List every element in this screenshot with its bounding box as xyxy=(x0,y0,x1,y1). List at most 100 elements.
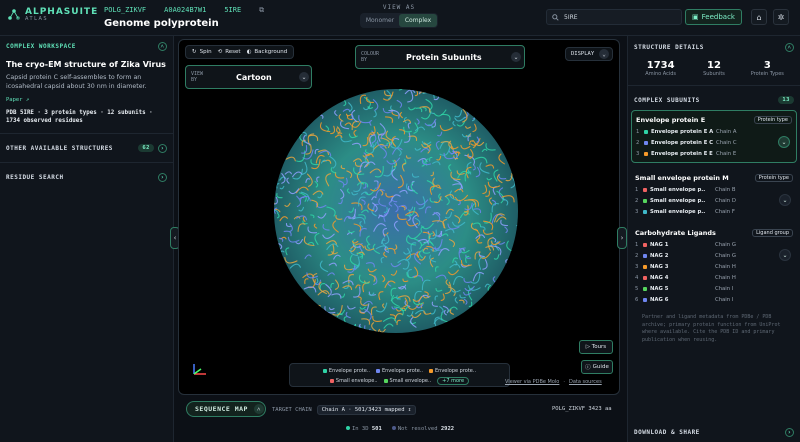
right-panel-toggle[interactable]: › xyxy=(617,227,627,249)
legend-item[interactable]: Envelope prote.. xyxy=(322,368,370,374)
tours-button[interactable]: ▷ Tours xyxy=(579,340,613,354)
molstar-link[interactable]: Viewer via PDBe Molo xyxy=(505,379,559,385)
colour-by-select[interactable]: COLOUR BY Protein Subunits ⌄ xyxy=(355,45,525,69)
right-panel: STRUCTURE DETAILS ˄ 1734 Amino Acids 12 Su… xyxy=(627,36,800,442)
subunit-group-envelope[interactable]: Envelope protein E Protein type 1 Envelope… xyxy=(631,110,797,163)
home-icon[interactable]: ⌂ xyxy=(751,9,767,25)
chevron-down-icon[interactable]: ⌄ xyxy=(779,249,791,261)
subunit-row[interactable]: 2 NAG 2 Chain G xyxy=(635,250,793,261)
spin-button[interactable]: ↻ Spin xyxy=(192,49,212,55)
left-panel: COMPLEX WORKSPACE ˄ The cryo-EM structur… xyxy=(0,36,174,442)
expand-icon[interactable]: › xyxy=(158,172,167,182)
subunit-row[interactable]: 1 Small envelope p.. Chain B xyxy=(635,184,793,195)
download-heading: DOWNLOAD & SHARE xyxy=(634,428,700,436)
legend-swatch xyxy=(322,369,327,373)
legend-item[interactable]: Envelope prote.. xyxy=(375,368,423,374)
subunit-swatch xyxy=(643,253,647,258)
collapse-icon[interactable]: ˄ xyxy=(158,41,167,51)
subunit-row[interactable]: 2 Small envelope p.. Chain D xyxy=(635,195,793,206)
subunit-swatch xyxy=(643,297,647,302)
subunit-label: Small envelope p.. xyxy=(650,208,706,215)
details-heading: STRUCTURE DETAILS xyxy=(634,43,704,51)
viewer-links: Viewer via PDBe Molo · Data sources xyxy=(505,379,602,385)
sequence-map-button[interactable]: SEQUENCE MAP ˄ xyxy=(186,401,266,417)
details-header[interactable]: STRUCTURE DETAILS ˄ xyxy=(628,36,800,56)
crumb-pdb[interactable]: 5IRE xyxy=(224,6,241,15)
subunit-name: NAG 2 xyxy=(643,253,715,259)
legend-row: Envelope prote.. Envelope prote.. Envelo… xyxy=(294,366,505,376)
legend-item[interactable]: Small envelope.. xyxy=(383,378,431,384)
subunit-name: Small envelope p.. xyxy=(643,209,715,215)
crumb-gene[interactable]: POLG_ZIKVF xyxy=(104,6,146,15)
collapse-icon[interactable]: ˄ xyxy=(785,42,794,52)
workspace-header[interactable]: COMPLEX WORKSPACE ˄ xyxy=(0,36,173,56)
subunit-chain: Chain H xyxy=(715,274,736,281)
logo-subtitle: ATLAS xyxy=(25,16,49,22)
target-chain-select[interactable]: Chain A · 501/3423 mapped ⇕ xyxy=(316,405,417,415)
workspace-heading: COMPLEX WORKSPACE xyxy=(6,42,76,50)
paper-link[interactable]: Paper ↗ xyxy=(0,95,173,105)
subunits-header[interactable]: COMPLEX SUBUNITS 13 xyxy=(628,90,800,110)
legend-item[interactable]: Envelope prote.. xyxy=(429,368,476,374)
residue-search-heading: RESIDUE SEARCH xyxy=(6,173,64,181)
subunit-row[interactable]: 3 Small envelope p.. Chain F xyxy=(635,206,793,217)
subunit-row[interactable]: 3 NAG 3 Chain H xyxy=(635,261,793,272)
residue-search-header[interactable]: RESIDUE SEARCH › xyxy=(0,167,173,187)
sequence-stats: In 3D 501 Not resolved 2922 xyxy=(346,426,454,432)
legend-item[interactable]: Small envelope.. xyxy=(329,378,378,384)
legend-more-button[interactable]: +7 more xyxy=(437,377,470,385)
subunit-index: 3 xyxy=(635,208,639,215)
subunit-row[interactable]: 1 NAG 1 Chain G xyxy=(635,239,793,250)
subunit-name: NAG 4 xyxy=(643,275,715,281)
download-header[interactable]: DOWNLOAD & SHARE › xyxy=(628,422,800,442)
colour-by-label: COLOUR BY xyxy=(361,51,380,63)
subunit-group-small-envelope[interactable]: Small envelope protein M Protein type 1 Sm… xyxy=(631,169,797,220)
reset-button[interactable]: ⟲ Reset xyxy=(218,49,241,55)
subunit-index: 2 xyxy=(635,197,639,204)
subunit-swatch xyxy=(643,286,647,291)
background-label: Background xyxy=(254,49,288,55)
search-input[interactable]: 5IRE xyxy=(546,9,682,25)
subunit-row[interactable]: 1 Envelope protein E A Chain A xyxy=(636,126,792,137)
legend-swatch xyxy=(329,379,334,383)
sequence-bar: SEQUENCE MAP ˄ TARGET CHAIN Chain A · 50… xyxy=(178,398,620,442)
expand-icon[interactable]: › xyxy=(158,143,167,153)
molecule-viewer[interactable]: ↻ Spin ⟲ Reset ◐ Background VIEW BY Cartoon… xyxy=(178,39,620,395)
subunit-row[interactable]: 5 NAG 5 Chain I xyxy=(635,283,793,294)
copy-icon[interactable]: ⧉ xyxy=(259,6,264,15)
view-by-select[interactable]: VIEW BY Cartoon ⌄ xyxy=(185,65,312,89)
settings-icon[interactable]: ✲ xyxy=(773,9,789,25)
stat-label: Protein Types xyxy=(750,71,784,77)
group-title: Small envelope protein M xyxy=(635,174,729,182)
chevron-down-icon: ⌄ xyxy=(511,52,521,62)
subunit-row[interactable]: 3 Envelope protein E E Chain E xyxy=(636,148,792,159)
subunit-name: NAG 5 xyxy=(643,286,715,292)
feedback-button[interactable]: ▣ Feedback xyxy=(685,9,742,25)
divider xyxy=(0,162,173,163)
background-button[interactable]: ◐ Background xyxy=(247,49,288,55)
capsid-structure-render[interactable] xyxy=(271,86,521,336)
display-menu[interactable]: DISPLAY ⌄ xyxy=(565,47,613,61)
subunit-group-ligands[interactable]: Carbohydrate Ligands Ligand group 1 NAG 1 C… xyxy=(631,224,797,308)
subunit-row[interactable]: 2 Envelope protein E C Chain C xyxy=(636,137,792,148)
data-footnote: Partner and ligand metadata from PDBe / … xyxy=(642,314,781,343)
crumb-uniprot[interactable]: A0A024B7W1 xyxy=(164,6,206,15)
expand-icon[interactable]: › xyxy=(785,427,794,437)
app-logo[interactable]: ALPHASUITE ATLAS xyxy=(8,8,98,22)
display-label: DISPLAY xyxy=(571,51,595,57)
stat-value: 1734 xyxy=(646,60,675,71)
target-chain-label: TARGET CHAIN xyxy=(272,407,312,413)
chevron-down-icon[interactable]: ⌄ xyxy=(778,136,790,148)
group-title: Carbohydrate Ligands xyxy=(635,229,716,237)
subunit-row[interactable]: 6 NAG 6 Chain I xyxy=(635,294,793,305)
other-structures-header[interactable]: OTHER AVAILABLE STRUCTURES 62 › xyxy=(0,138,173,158)
guide-button[interactable]: ⓘ Guide xyxy=(581,360,613,374)
view-as-complex[interactable]: Complex xyxy=(399,14,437,27)
chevron-down-icon[interactable]: ⌄ xyxy=(779,194,791,206)
structure-meta: PDB 5IRE · 3 protein types · 12 subunits… xyxy=(6,110,153,124)
subunit-row[interactable]: 4 NAG 4 Chain H xyxy=(635,272,793,283)
data-sources-link[interactable]: Data sources xyxy=(569,379,602,385)
view-as-monomer[interactable]: Monomer xyxy=(361,14,399,27)
subunit-chain: Chain E xyxy=(716,150,737,157)
colour-legend: Envelope prote.. Envelope prote.. Envelo… xyxy=(289,363,510,387)
